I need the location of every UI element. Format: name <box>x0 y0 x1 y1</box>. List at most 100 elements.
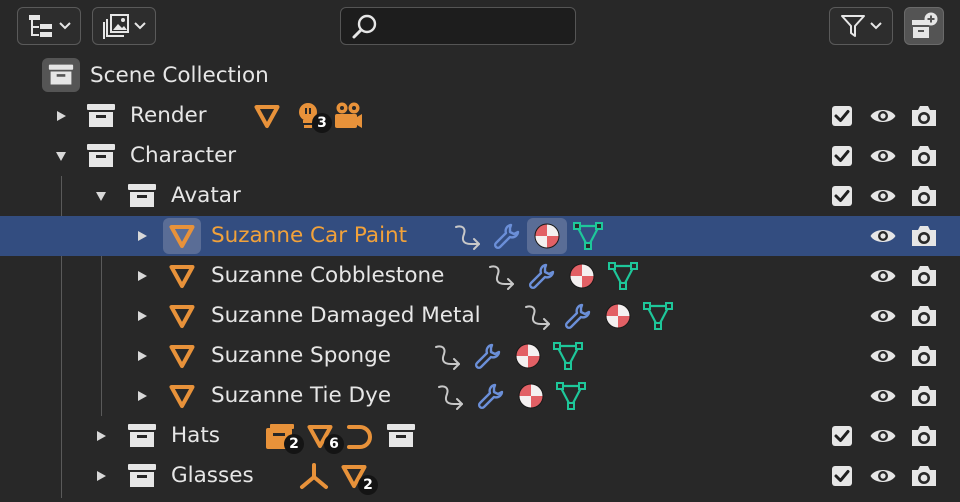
modifier-wrench-icon[interactable] <box>526 261 556 291</box>
constraint-icon[interactable] <box>523 301 553 331</box>
row-label: Suzanne Car Paint <box>211 223 408 248</box>
outliner-header <box>0 0 960 56</box>
tree-row-suzanne-sponge[interactable]: Suzanne Sponge <box>0 336 960 376</box>
material-icon[interactable] <box>516 381 546 411</box>
tree-row-suzanne-cobblestone[interactable]: Suzanne Cobblestone <box>0 256 960 296</box>
mesh-data-icon[interactable] <box>572 221 604 251</box>
collapse-arrow-icon[interactable] <box>55 150 67 162</box>
tree-row-suzanne-damaged-metal[interactable]: Suzanne Damaged Metal <box>0 296 960 336</box>
visibility-eye-icon[interactable] <box>869 106 897 126</box>
visibility-eye-icon[interactable] <box>869 146 897 166</box>
visibility-eye-icon[interactable] <box>869 386 897 406</box>
tree-row-scene-collection[interactable]: Scene Collection <box>0 56 960 96</box>
render-camera-icon[interactable] <box>910 224 938 248</box>
filter-view-dropdown[interactable] <box>92 7 156 45</box>
tree-row-hats[interactable]: Hats 2 6 <box>0 416 960 456</box>
visibility-eye-icon[interactable] <box>869 346 897 366</box>
tree-row-character[interactable]: Character <box>0 136 960 176</box>
expand-arrow-icon[interactable] <box>136 310 148 322</box>
camera-icon[interactable] <box>332 101 364 131</box>
material-icon[interactable] <box>603 301 633 331</box>
outliner-display-mode-icon <box>29 15 52 37</box>
tree-row-avatar[interactable]: Avatar <box>0 176 960 216</box>
row-label: Suzanne Cobblestone <box>211 263 445 288</box>
tree-row-suzanne-car-paint[interactable]: Suzanne Car Paint <box>0 216 960 256</box>
chevron-down-icon <box>59 22 71 30</box>
filter-dropdown[interactable] <box>829 7 893 45</box>
tree-row-render[interactable]: Render 3 <box>0 96 960 136</box>
expand-arrow-icon[interactable] <box>95 430 107 442</box>
exclude-checkbox[interactable] <box>831 105 853 127</box>
render-camera-icon[interactable] <box>910 464 938 488</box>
mesh-data-icon[interactable] <box>555 381 587 411</box>
constraint-icon[interactable] <box>453 221 483 251</box>
row-label: Avatar <box>171 183 241 208</box>
chevron-down-icon <box>870 22 882 30</box>
scene-collection-icon <box>42 58 80 92</box>
material-icon[interactable] <box>513 341 543 371</box>
modifier-wrench-icon[interactable] <box>491 221 521 251</box>
mesh-data-icon[interactable] <box>607 261 639 291</box>
material-icon[interactable] <box>532 221 562 251</box>
row-label: Suzanne Sponge <box>211 343 391 368</box>
modifier-wrench-icon[interactable] <box>562 301 592 331</box>
render-camera-icon[interactable] <box>910 184 938 208</box>
row-label: Glasses <box>171 463 254 488</box>
render-camera-icon[interactable] <box>910 344 938 368</box>
expand-arrow-icon[interactable] <box>136 230 148 242</box>
outliner-editor: { "header": { "display_mode_icon": "outl… <box>0 0 960 502</box>
mesh-object-icon <box>168 262 196 290</box>
visibility-eye-icon[interactable] <box>869 226 897 246</box>
exclude-checkbox[interactable] <box>831 425 853 447</box>
render-camera-icon[interactable] <box>910 424 938 448</box>
mesh-object-icon[interactable] <box>253 102 281 130</box>
curve-icon[interactable] <box>345 422 375 452</box>
display-mode-dropdown[interactable] <box>17 7 81 45</box>
constraint-icon[interactable] <box>487 261 517 291</box>
expand-arrow-icon[interactable] <box>136 350 148 362</box>
render-camera-icon[interactable] <box>910 264 938 288</box>
expand-arrow-icon[interactable] <box>136 390 148 402</box>
mesh-object-icon <box>168 222 196 250</box>
row-label: Scene Collection <box>90 63 269 88</box>
render-camera-icon[interactable] <box>910 304 938 328</box>
mesh-data-icon[interactable] <box>642 301 674 331</box>
search-icon <box>352 14 377 39</box>
filter-funnel-icon <box>841 15 865 37</box>
modifier-wrench-icon[interactable] <box>472 341 502 371</box>
exclude-checkbox[interactable] <box>831 465 853 487</box>
visibility-eye-icon[interactable] <box>869 266 897 286</box>
material-icon-highlight <box>527 218 567 254</box>
material-icon[interactable] <box>567 261 597 291</box>
empty-axes-icon[interactable] <box>298 461 330 491</box>
expand-arrow-icon[interactable] <box>55 110 67 122</box>
render-camera-icon[interactable] <box>910 144 938 168</box>
view-layer-filter-icon <box>103 14 129 39</box>
visibility-eye-icon[interactable] <box>869 426 897 446</box>
render-camera-icon[interactable] <box>910 384 938 408</box>
collection-icon <box>86 143 116 169</box>
expand-arrow-icon[interactable] <box>95 470 107 482</box>
tree-row-suzanne-tie-dye[interactable]: Suzanne Tie Dye <box>0 376 960 416</box>
mesh-data-icon[interactable] <box>552 341 584 371</box>
row-label: Character <box>130 143 237 168</box>
tree-row-glasses[interactable]: Glasses 2 <box>0 456 960 496</box>
collection-icon <box>127 463 157 489</box>
collapse-arrow-icon[interactable] <box>95 190 107 202</box>
render-camera-icon[interactable] <box>910 104 938 128</box>
constraint-icon[interactable] <box>436 381 466 411</box>
visibility-eye-icon[interactable] <box>869 186 897 206</box>
mesh-count-badge: 2 <box>358 475 378 495</box>
visibility-eye-icon[interactable] <box>869 466 897 486</box>
collection-icon[interactable] <box>386 423 416 449</box>
light-count-badge: 3 <box>312 113 332 133</box>
search-input[interactable] <box>340 7 576 45</box>
object-icon-highlight <box>163 218 201 254</box>
visibility-eye-icon[interactable] <box>869 306 897 326</box>
new-collection-button[interactable] <box>904 7 944 45</box>
modifier-wrench-icon[interactable] <box>475 381 505 411</box>
expand-arrow-icon[interactable] <box>136 270 148 282</box>
constraint-icon[interactable] <box>433 341 463 371</box>
exclude-checkbox[interactable] <box>831 145 853 167</box>
exclude-checkbox[interactable] <box>831 185 853 207</box>
